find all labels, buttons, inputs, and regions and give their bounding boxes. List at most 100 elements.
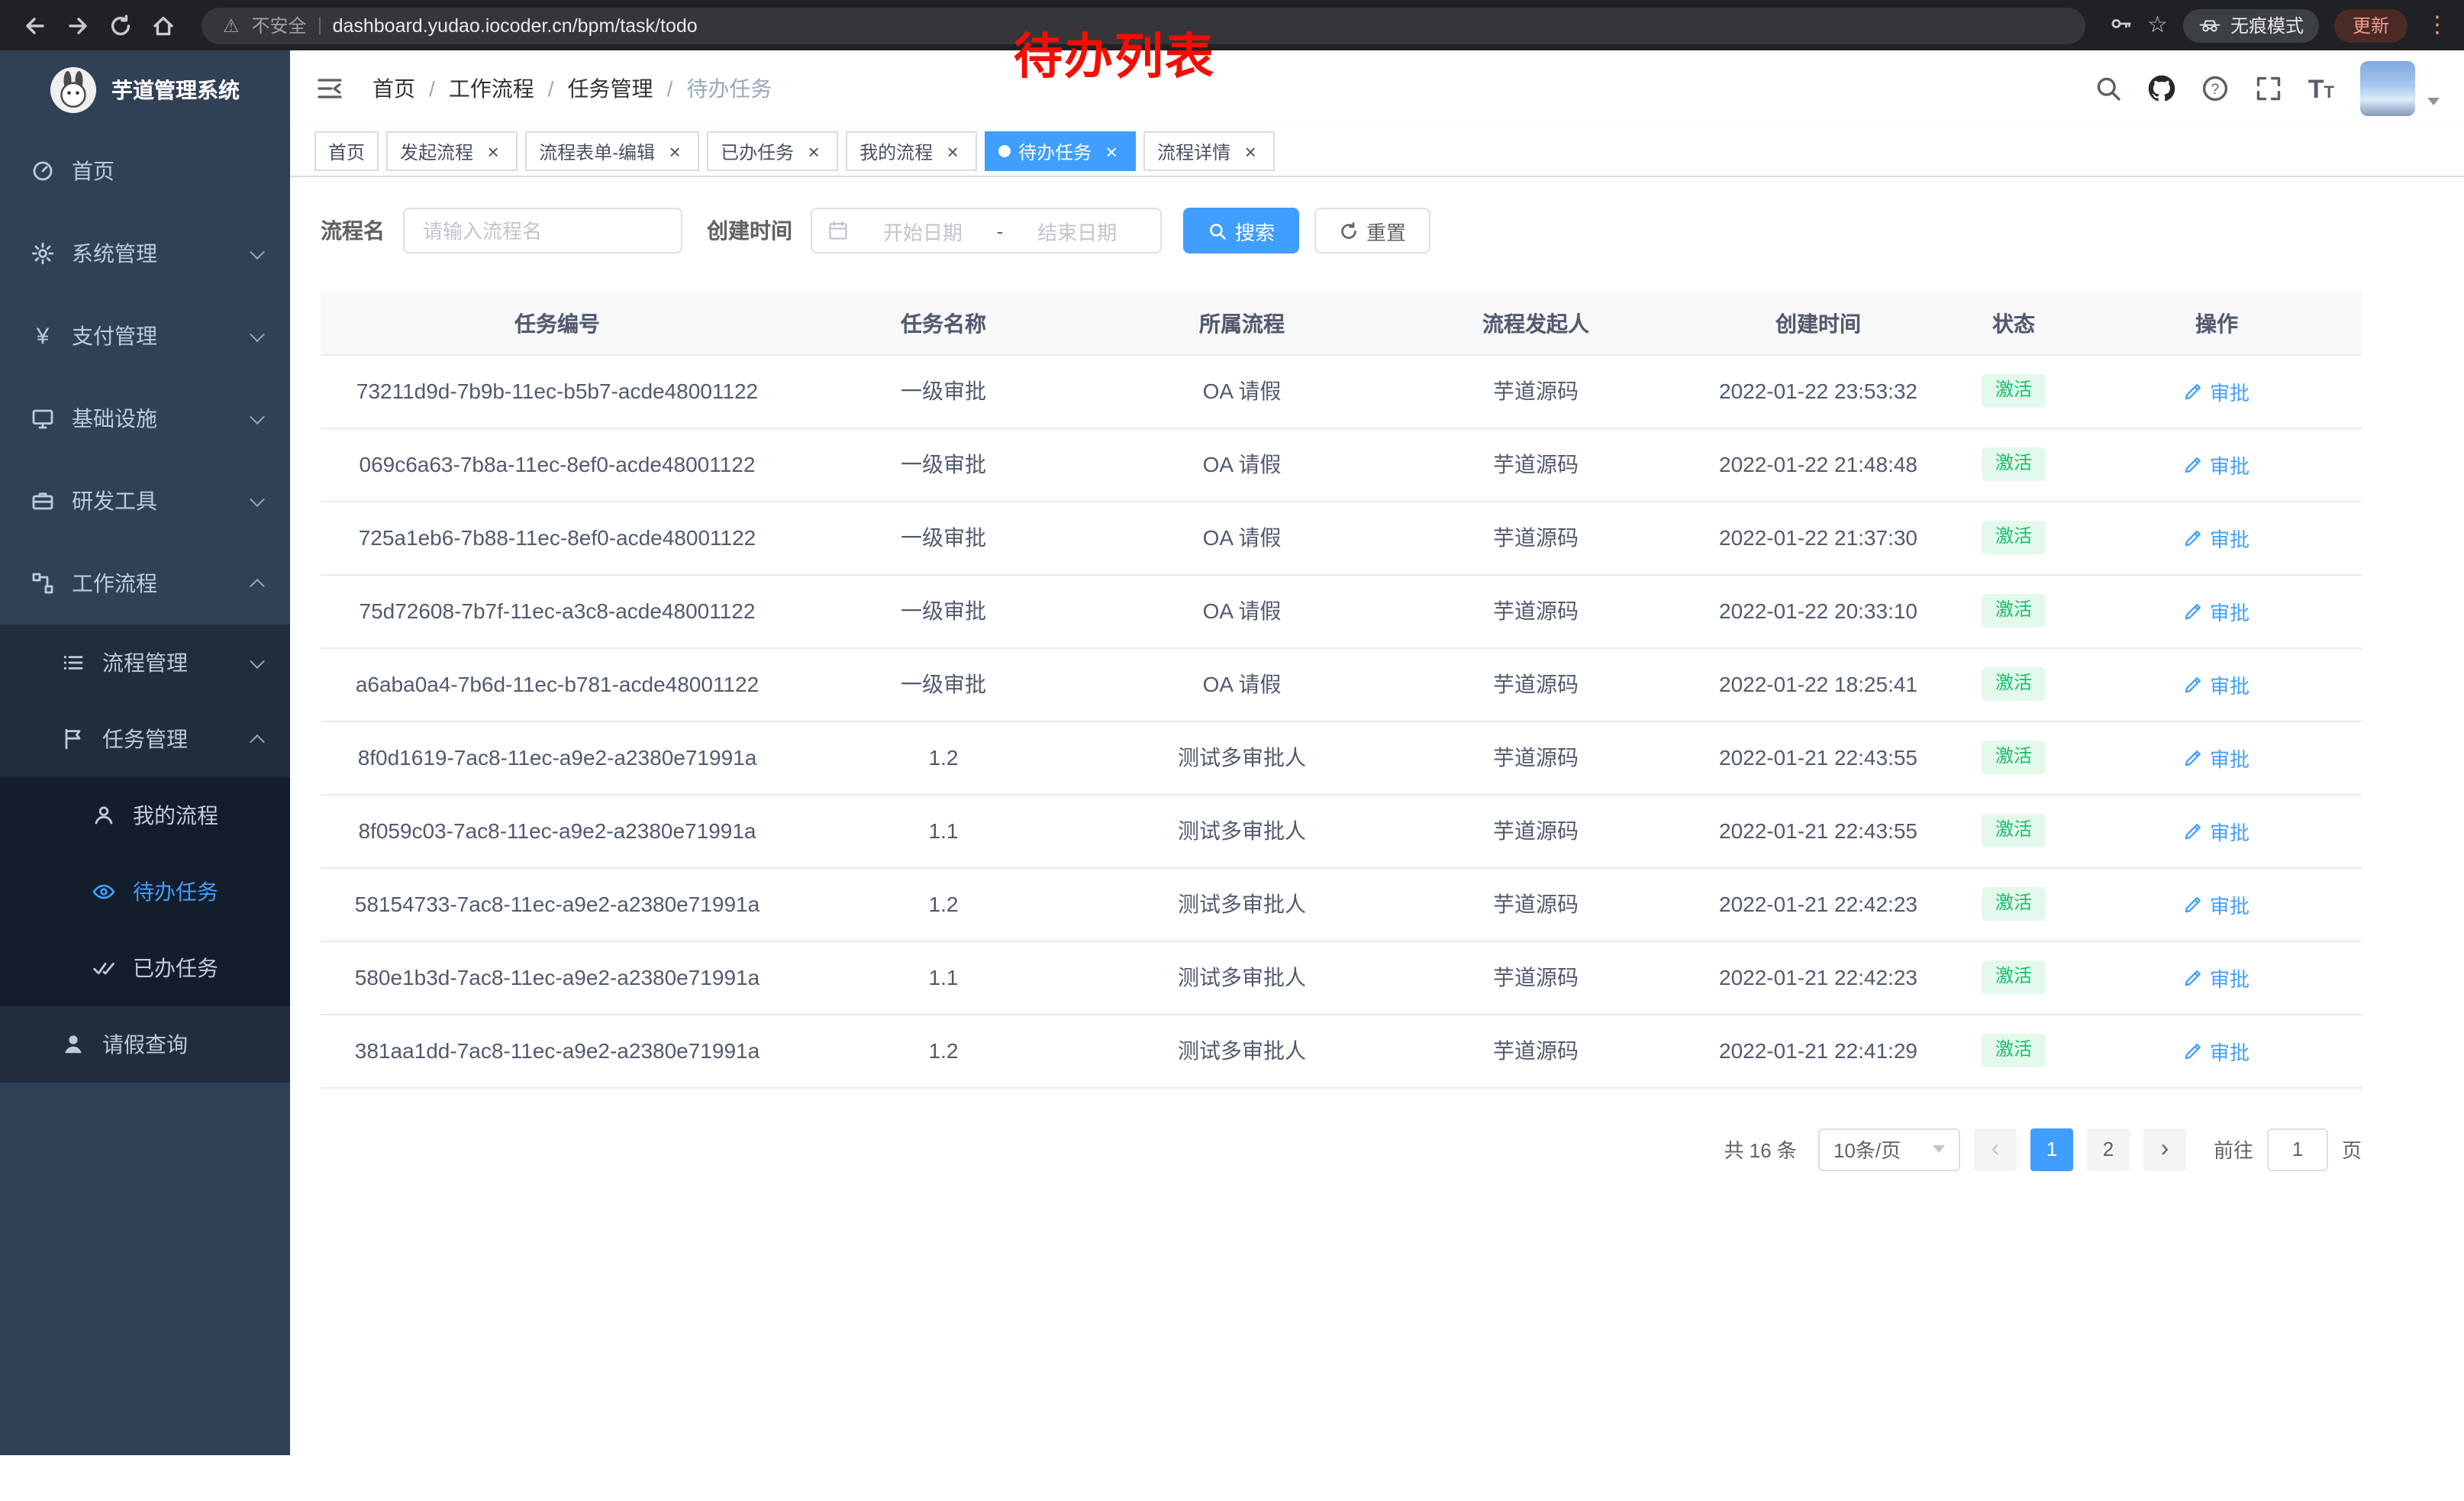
sidebar-item-task-mgmt[interactable]: 任务管理 [0, 701, 290, 777]
cell-starter: 芋道源码 [1391, 354, 1681, 428]
fullscreen-icon[interactable] [2255, 75, 2282, 102]
home-icon[interactable] [144, 5, 183, 45]
flag-icon [61, 727, 85, 751]
end-date-placeholder[interactable]: 结束日期 [1009, 216, 1145, 245]
approve-link[interactable]: 审批 [2184, 889, 2250, 918]
sidebar-item-system[interactable]: 系统管理 [0, 212, 290, 295]
cell-status: 激活 [1956, 428, 2072, 501]
close-icon[interactable]: × [1240, 140, 1261, 162]
approve-link[interactable]: 审批 [2184, 523, 2250, 552]
sidebar-item-payment[interactable]: ¥ 支付管理 [0, 295, 290, 377]
sidebar-item-todo[interactable]: 待办任务 [0, 854, 290, 930]
start-date-placeholder[interactable]: 开始日期 [855, 216, 991, 245]
approve-link[interactable]: 审批 [2184, 670, 2250, 699]
github-icon[interactable] [2148, 75, 2175, 102]
sidebar-item-label: 工作流程 [72, 568, 157, 599]
process-name-label: 流程名 [321, 215, 385, 246]
sidebar-fold-icon[interactable] [314, 73, 345, 104]
security-label[interactable]: 不安全 [252, 12, 307, 38]
cell-status: 激活 [1956, 574, 2072, 647]
tab[interactable]: 流程详情 × [1143, 131, 1275, 171]
sidebar-item-my-process[interactable]: 我的流程 [0, 777, 290, 854]
table-row: 8f0d1619-7ac8-11ec-a9e2-a2380e71991a 1.2… [321, 721, 2362, 794]
search-button[interactable]: 搜索 [1183, 208, 1299, 253]
cell-status: 激活 [1956, 794, 2072, 867]
chevron-down-icon [1933, 1145, 1945, 1153]
cell-actions: 审批 [2072, 941, 2362, 1014]
url-text[interactable]: dashboard.yudao.iocoder.cn/bpm/task/todo [333, 15, 698, 36]
tab[interactable]: 已办任务 × [707, 131, 838, 171]
back-icon[interactable] [15, 5, 55, 45]
tab[interactable]: 待办任务 × [985, 131, 1136, 171]
update-button[interactable]: 更新 [2334, 8, 2408, 42]
chevron-down-icon [250, 491, 265, 506]
goto-page-input[interactable] [2267, 1128, 2328, 1170]
app-logo[interactable]: 芋道管理系统 [0, 50, 290, 130]
sidebar-item-process-mgmt[interactable]: 流程管理 [0, 625, 290, 701]
approve-link[interactable]: 审批 [2184, 816, 2250, 845]
tab[interactable]: 发起流程 × [386, 131, 518, 171]
process-name-input[interactable] [403, 208, 682, 253]
approve-link[interactable]: 审批 [2184, 596, 2250, 625]
sidebar-item-leave-query[interactable]: 请假查询 [0, 1006, 290, 1083]
not-secure-warning-icon: ⚠ [223, 16, 240, 34]
status-badge: 激活 [1982, 594, 2046, 627]
tab[interactable]: 首页 × [314, 131, 379, 171]
cell-starter: 芋道源码 [1391, 501, 1681, 574]
reset-button[interactable]: 重置 [1314, 208, 1430, 253]
breadcrumb-item-task-mgmt[interactable]: 任务管理 [568, 73, 653, 104]
next-page-button[interactable]: › [2143, 1128, 2186, 1170]
sidebar-item-done[interactable]: 已办任务 [0, 930, 290, 1006]
page-1-button[interactable]: 1 [2030, 1128, 2073, 1170]
breadcrumb-item-workflow[interactable]: 工作流程 [449, 73, 534, 104]
sidebar-item-devtools[interactable]: 研发工具 [0, 460, 290, 542]
chevron-down-icon [250, 326, 265, 341]
reload-icon[interactable] [101, 5, 140, 45]
page-size-select[interactable]: 10条/页 [1818, 1128, 1960, 1170]
search-icon[interactable] [2095, 75, 2122, 102]
bookmark-star-icon[interactable]: ☆ [2147, 14, 2168, 37]
column-header: 创建时间 [1681, 293, 1956, 354]
active-tab-dot [998, 145, 1011, 157]
font-size-icon[interactable]: TT [2308, 76, 2334, 102]
forward-icon[interactable] [58, 5, 98, 45]
key-icon[interactable] [2109, 11, 2132, 39]
approve-link[interactable]: 审批 [2184, 963, 2250, 992]
sidebar-item-home[interactable]: 首页 [0, 130, 290, 212]
cell-created-time: 2022-01-21 22:43:55 [1681, 794, 1956, 867]
cell-created-time: 2022-01-21 22:41:29 [1681, 1014, 1956, 1087]
close-icon[interactable]: × [1101, 140, 1122, 162]
breadcrumb-item-home[interactable]: 首页 [373, 73, 415, 104]
sidebar-item-label: 流程管理 [102, 647, 188, 678]
approve-link[interactable]: 审批 [2184, 450, 2250, 479]
total-count: 共 16 条 [1724, 1135, 1797, 1164]
approve-link[interactable]: 审批 [2184, 376, 2250, 405]
chevron-down-icon [250, 653, 265, 668]
cell-process: OA 请假 [1093, 574, 1391, 647]
close-icon[interactable]: × [482, 140, 504, 162]
help-icon[interactable]: ? [2201, 75, 2229, 102]
approve-link[interactable]: 审批 [2184, 743, 2250, 772]
close-icon[interactable]: × [942, 140, 963, 162]
browser-menu-icon[interactable]: ⋮ [2426, 14, 2449, 37]
user-menu-caret-icon[interactable] [2427, 98, 2440, 105]
cell-task-name: 1.1 [794, 941, 1093, 1014]
cell-task-id: 069c6a63-7b8a-11ec-8ef0-acde48001122 [321, 428, 794, 501]
prev-page-button[interactable]: ‹ [1974, 1128, 2017, 1170]
approve-link[interactable]: 审批 [2184, 1036, 2250, 1065]
cell-task-name: 一级审批 [794, 574, 1093, 647]
close-icon[interactable]: × [803, 140, 824, 162]
tab[interactable]: 我的流程 × [846, 131, 977, 171]
tab-label: 流程表单-编辑 [539, 138, 655, 164]
cell-task-name: 一级审批 [794, 354, 1093, 428]
sidebar-item-infrastructure[interactable]: 基础设施 [0, 377, 290, 460]
close-icon[interactable]: × [664, 140, 685, 162]
sidebar-item-label: 任务管理 [102, 724, 188, 754]
page-2-button[interactable]: 2 [2087, 1128, 2130, 1170]
date-range-picker[interactable]: 开始日期 - 结束日期 [811, 208, 1162, 253]
edit-icon [2184, 601, 2204, 621]
edit-icon [2184, 821, 2204, 841]
user-avatar[interactable] [2360, 61, 2415, 116]
sidebar-item-workflow[interactable]: 工作流程 [0, 542, 290, 625]
tab[interactable]: 流程表单-编辑 × [525, 131, 699, 171]
